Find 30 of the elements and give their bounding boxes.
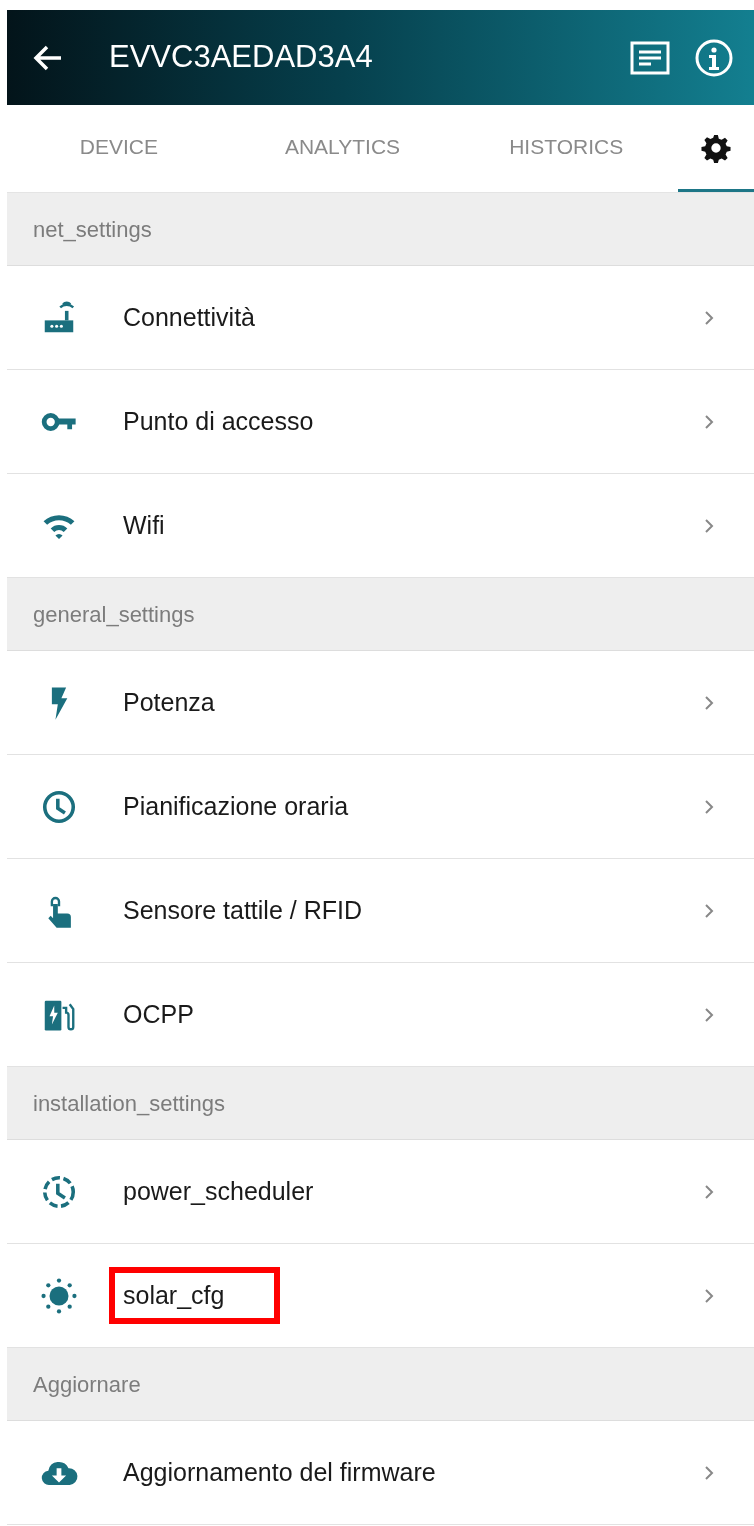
- row-label: Potenza: [122, 686, 216, 718]
- back-button[interactable]: [33, 43, 63, 72]
- chevron-icon: [704, 517, 714, 534]
- chevron-icon: [704, 1287, 714, 1304]
- row-label: Pianificazione oraria: [122, 790, 350, 822]
- chevron-icon: [704, 1183, 714, 1200]
- row-label: OCPP: [122, 998, 195, 1030]
- notes-button[interactable]: [630, 40, 670, 75]
- chevron-icon: [704, 694, 714, 711]
- section-header: Aggiornare: [7, 1348, 754, 1421]
- sun-icon: [40, 1276, 78, 1315]
- chevron-icon: [704, 1464, 714, 1481]
- section-header: installation_settings: [7, 1067, 754, 1140]
- screen-title: EVVC3AEDAD3A4: [109, 38, 373, 77]
- row-label: Aggiornamento del firmware: [122, 1456, 437, 1488]
- row-label: Sensore tattile / RFID: [122, 894, 363, 926]
- chevron-icon: [704, 902, 714, 919]
- chevron-icon: [704, 413, 714, 430]
- row-label: Connettività: [122, 301, 257, 333]
- row-label: Wifi: [122, 509, 166, 541]
- info-button[interactable]: [694, 37, 734, 78]
- row-label: Punto di accesso: [122, 405, 315, 437]
- chevron-icon: [704, 1006, 714, 1023]
- row-label: solar_cfg: [109, 1266, 281, 1325]
- gear-icon: [701, 133, 731, 164]
- section-header: general_settings: [7, 578, 754, 651]
- chevron-icon: [704, 309, 714, 326]
- section-header: net_settings: [7, 193, 754, 266]
- chevron-icon: [704, 798, 714, 815]
- row-label: power_scheduler: [122, 1175, 315, 1207]
